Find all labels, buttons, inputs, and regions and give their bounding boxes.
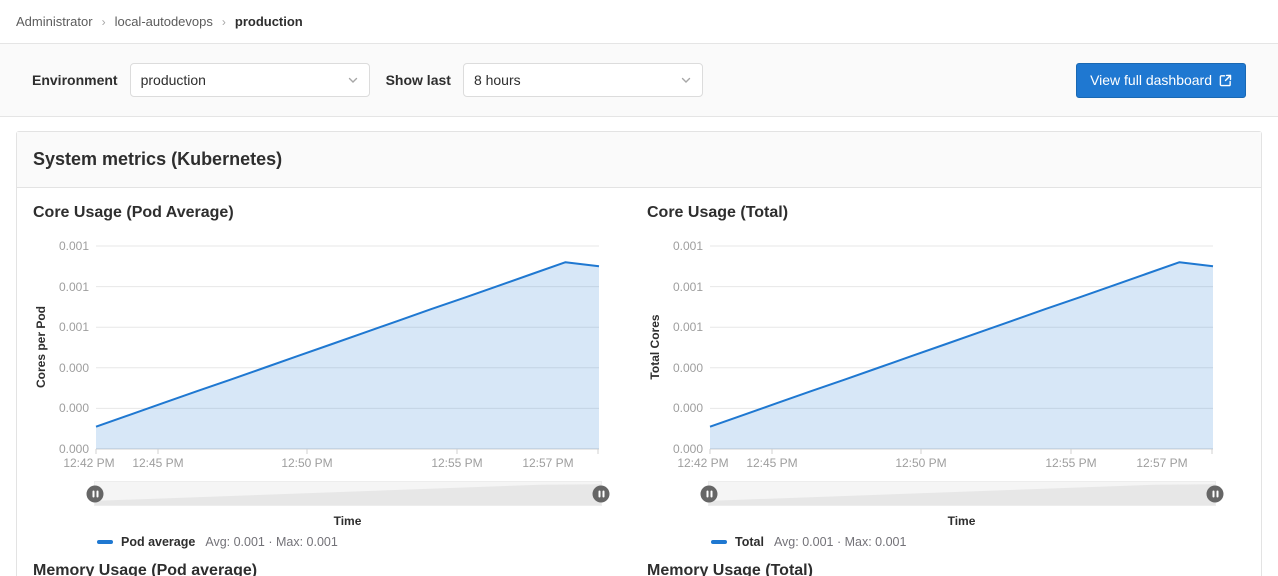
metrics-card-header: System metrics (Kubernetes)	[17, 132, 1261, 188]
y-tick-label: 0.001	[647, 280, 703, 294]
breadcrumb-item-project[interactable]: local-autodevops	[115, 14, 213, 29]
legend-series-name: Total	[735, 535, 764, 549]
y-tick-label: 0.000	[33, 442, 89, 456]
environment-dropdown-value: production	[141, 72, 206, 88]
x-axis-title: Time	[710, 514, 1213, 528]
chart-title: Core Usage (Total)	[647, 204, 1245, 222]
time-range-slider[interactable]	[94, 481, 602, 506]
x-tick-label: 12:55 PM	[1045, 456, 1096, 470]
environment-label: Environment	[32, 72, 118, 88]
chart-title: Core Usage (Pod Average)	[33, 204, 631, 222]
view-full-dashboard-button[interactable]: View full dashboard	[1076, 63, 1246, 98]
breadcrumb-item-current: production	[235, 14, 303, 29]
y-tick-label: 0.000	[647, 401, 703, 415]
legend-series-name: Pod average	[121, 535, 195, 549]
x-tick-label: 12:55 PM	[431, 456, 482, 470]
core-usage-pod-average-chart[interactable]	[96, 236, 599, 456]
x-tick-label: 12:45 PM	[132, 456, 183, 470]
x-tick-label: 12:50 PM	[895, 456, 946, 470]
core-usage-total-chart[interactable]	[710, 236, 1213, 456]
slider-left-handle-icon[interactable]	[701, 485, 718, 502]
x-tick-label: 12:42 PM	[63, 456, 114, 470]
y-tick-label: 0.000	[647, 442, 703, 456]
slider-data-shadow	[95, 482, 601, 505]
x-axis: 12:42 PM 12:45 PM 12:50 PM 12:55 PM 12:5…	[96, 456, 599, 471]
chart-legend: Total Avg: 0.001 · Max: 0.001	[711, 535, 906, 549]
y-tick-label: 0.000	[647, 361, 703, 375]
y-tick-label: 0.001	[33, 320, 89, 334]
y-tick-label: 0.000	[33, 401, 89, 415]
chart-title-memory-total: Memory Usage (Total)	[647, 562, 1245, 576]
chart-panel-core-usage-total: Core Usage (Total) Total Cores 0.001 0.0…	[647, 204, 1245, 550]
slider-left-handle-icon[interactable]	[87, 485, 104, 502]
legend-series-stats: Avg: 0.001 · Max: 0.001	[205, 535, 338, 549]
y-axis-title: Cores per Pod	[34, 277, 48, 417]
x-tick-label: 12:45 PM	[746, 456, 797, 470]
y-tick-label: 0.000	[33, 361, 89, 375]
view-full-dashboard-label: View full dashboard	[1090, 72, 1212, 88]
chart-title-memory-pod-average: Memory Usage (Pod average)	[33, 562, 631, 576]
metrics-card: System metrics (Kubernetes) Core Usage (…	[16, 131, 1262, 576]
x-axis-title: Time	[96, 514, 599, 528]
x-tick-label: 12:57 PM	[522, 456, 573, 470]
y-tick-label: 0.001	[647, 239, 703, 253]
slider-right-handle-icon[interactable]	[1207, 485, 1224, 502]
legend-swatch	[97, 540, 113, 544]
chart-panel-core-usage-pod-average: Core Usage (Pod Average) Cores per Pod 0…	[33, 204, 631, 550]
chevron-right-icon: ›	[102, 15, 106, 29]
x-tick-label: 12:57 PM	[1136, 456, 1187, 470]
y-tick-label: 0.001	[33, 239, 89, 253]
show-last-dropdown[interactable]: 8 hours	[463, 63, 703, 97]
time-range-slider[interactable]	[708, 481, 1216, 506]
x-tick-label: 12:50 PM	[281, 456, 332, 470]
chevron-right-icon: ›	[222, 15, 226, 29]
y-axis-title: Total Cores	[648, 277, 662, 417]
breadcrumb: Administrator › local-autodevops › produ…	[0, 0, 1278, 44]
legend-series-stats: Avg: 0.001 · Max: 0.001	[774, 535, 907, 549]
show-last-label: Show last	[386, 72, 451, 88]
slider-data-shadow	[709, 482, 1215, 505]
slider-right-handle-icon[interactable]	[593, 485, 610, 502]
chevron-down-icon	[347, 74, 359, 86]
chart-legend: Pod average Avg: 0.001 · Max: 0.001	[97, 535, 338, 549]
x-tick-label: 12:42 PM	[677, 456, 728, 470]
external-link-icon	[1219, 74, 1232, 87]
x-axis: 12:42 PM 12:45 PM 12:50 PM 12:55 PM 12:5…	[710, 456, 1213, 471]
breadcrumb-item-administrator[interactable]: Administrator	[16, 14, 93, 29]
chevron-down-icon	[680, 74, 692, 86]
metrics-filter-bar: Environment production Show last 8 hours…	[0, 44, 1278, 117]
legend-swatch	[711, 540, 727, 544]
environment-dropdown[interactable]: production	[130, 63, 370, 97]
y-tick-label: 0.001	[33, 280, 89, 294]
y-tick-label: 0.001	[647, 320, 703, 334]
show-last-dropdown-value: 8 hours	[474, 72, 521, 88]
section-title: System metrics (Kubernetes)	[33, 149, 1245, 170]
metrics-card-body: Core Usage (Pod Average) Cores per Pod 0…	[17, 188, 1261, 576]
